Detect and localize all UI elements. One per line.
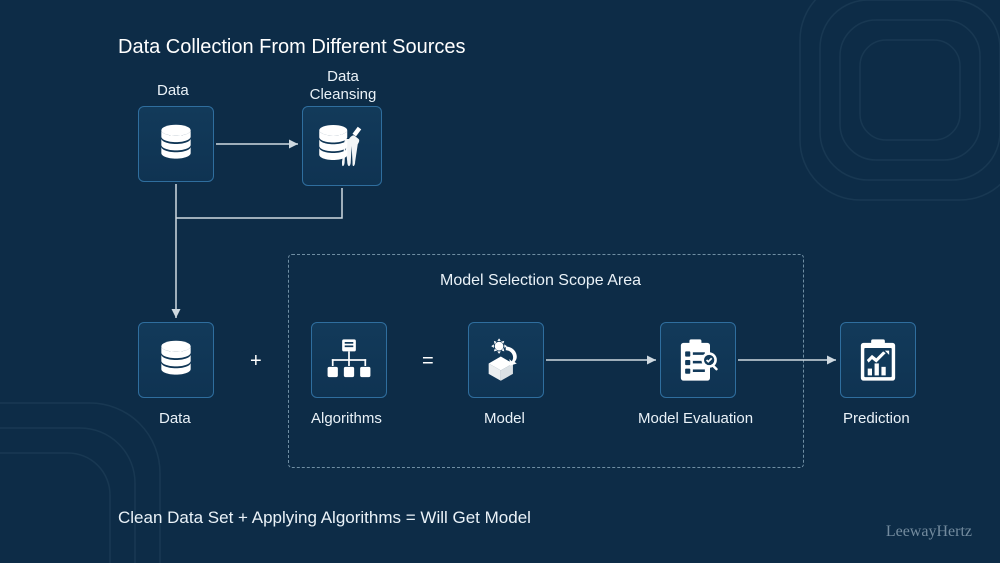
prediction-node xyxy=(840,322,916,398)
database-icon xyxy=(154,122,198,166)
data-bottom-node xyxy=(138,322,214,398)
data-top-label: Data xyxy=(157,82,189,99)
diagram-title: Data Collection From Different Sources xyxy=(118,36,466,59)
evaluation-node xyxy=(660,322,736,398)
cleansing-label: DataCleansing xyxy=(303,68,383,104)
database-icon xyxy=(154,338,198,382)
algorithms-label: Algorithms xyxy=(311,410,382,427)
scope-title: Model Selection Scope Area xyxy=(440,272,641,290)
evaluation-icon xyxy=(674,336,722,384)
decoration-top-right xyxy=(780,0,1000,220)
data-bottom-label: Data xyxy=(159,410,191,427)
decoration-bottom-left xyxy=(0,383,180,563)
plus-operator: + xyxy=(250,350,262,373)
algorithms-icon xyxy=(325,336,373,384)
evaluation-label: Model Evaluation xyxy=(638,410,753,427)
equals-operator: = xyxy=(422,350,434,373)
diagram-canvas: Data Collection From Different Sources D… xyxy=(0,0,1000,563)
watermark: LeewayHertz xyxy=(886,523,972,541)
prediction-label: Prediction xyxy=(843,410,910,427)
model-label: Model xyxy=(484,410,525,427)
model-node xyxy=(468,322,544,398)
data-cleansing-icon xyxy=(314,120,370,172)
data-top-node xyxy=(138,106,214,182)
cleansing-node xyxy=(302,106,382,186)
prediction-icon xyxy=(854,336,902,384)
algorithms-node xyxy=(311,322,387,398)
model-icon xyxy=(480,334,532,386)
footer-text: Clean Data Set + Applying Algorithms = W… xyxy=(118,508,531,528)
